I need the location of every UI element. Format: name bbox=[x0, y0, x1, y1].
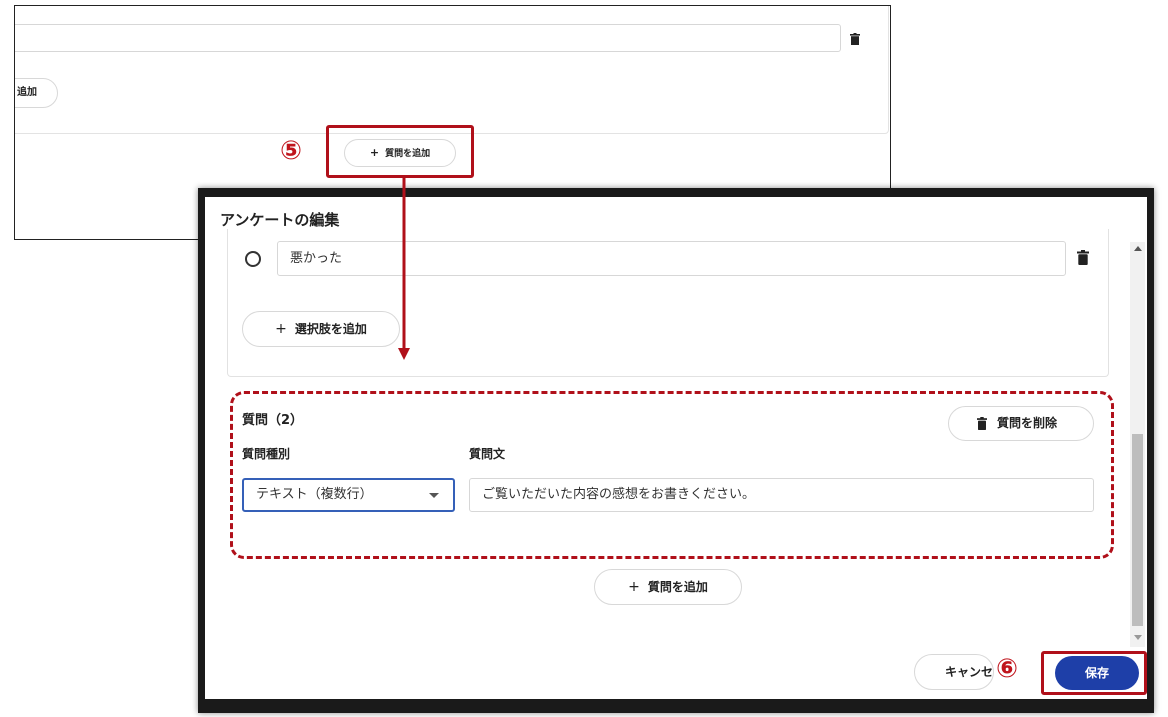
trash-icon bbox=[977, 417, 987, 430]
annotation-step-6: ⑥ bbox=[995, 654, 1018, 684]
arrow-down-icon bbox=[398, 176, 410, 360]
add-option-button[interactable]: + 選択肢を追加 bbox=[242, 311, 400, 347]
dialog-title: アンケートの編集 bbox=[220, 211, 340, 229]
plus-icon: + bbox=[275, 321, 287, 337]
question-type-label: 質問種別 bbox=[242, 447, 291, 461]
add-question-button[interactable]: + 質問を追加 bbox=[594, 569, 742, 605]
trash-icon[interactable] bbox=[1077, 250, 1089, 265]
question-type-value: テキスト（複数行） bbox=[256, 487, 373, 502]
radio-icon[interactable] bbox=[245, 251, 261, 267]
delete-question-label: 質問を削除 bbox=[997, 416, 1058, 430]
background-add-option-button[interactable]: 追加 bbox=[15, 78, 58, 108]
add-option-label: 追加 bbox=[17, 87, 37, 98]
question-type-select[interactable]: テキスト（複数行） bbox=[242, 478, 455, 512]
scroll-down-icon[interactable] bbox=[1134, 635, 1142, 640]
survey-edit-dialog: アンケートの編集 悪かった + 選択肢を追加 質問（2） 質問を削除 質問種別 質… bbox=[205, 197, 1147, 699]
add-option-label: 選択肢を追加 bbox=[294, 322, 367, 336]
scroll-up-icon[interactable] bbox=[1134, 246, 1142, 251]
cancel-button[interactable]: キャンセル bbox=[914, 654, 994, 690]
trash-icon[interactable] bbox=[850, 33, 860, 45]
background-option-input[interactable] bbox=[15, 24, 841, 52]
question-text-input[interactable]: ご覧いただいた内容の感想をお書きください。 bbox=[469, 478, 1094, 512]
scrollbar-thumb[interactable] bbox=[1132, 434, 1143, 626]
plus-icon: + bbox=[628, 579, 640, 595]
annotation-box-step-5 bbox=[326, 125, 474, 178]
annotation-box-step-6 bbox=[1041, 651, 1147, 695]
delete-question-button[interactable]: 質問を削除 bbox=[948, 406, 1094, 441]
question-2-title: 質問（2） bbox=[242, 413, 304, 428]
annotation-step-5: ⑤ bbox=[279, 136, 302, 166]
add-question-label: 質問を追加 bbox=[647, 580, 708, 594]
question-text-label: 質問文 bbox=[469, 447, 506, 461]
chevron-down-icon bbox=[429, 493, 439, 498]
